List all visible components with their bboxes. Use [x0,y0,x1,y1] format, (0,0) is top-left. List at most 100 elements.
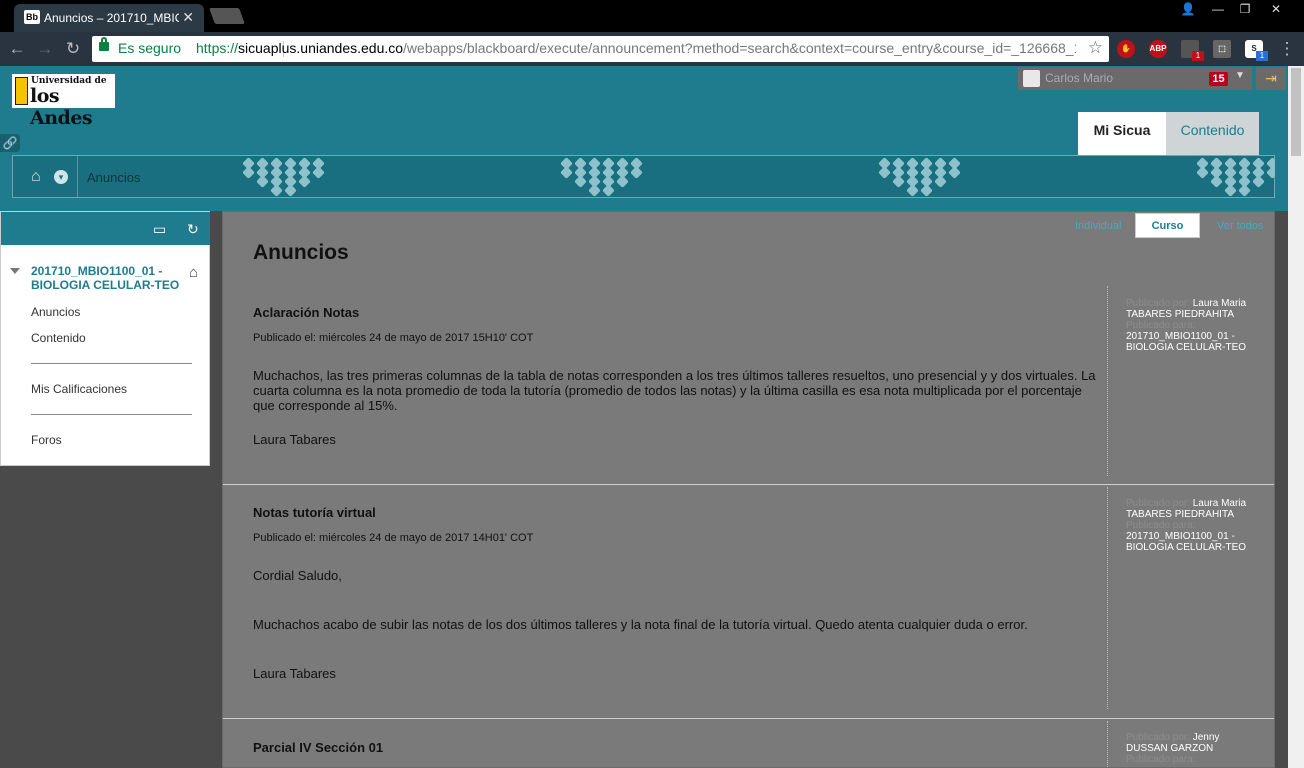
decorative-pattern [1195,156,1275,199]
announcement-body: Cordial Saludo, [253,568,342,583]
tab-contenido[interactable]: Contenido [1166,112,1259,155]
published-to-label: Publicado para: [1126,320,1196,331]
back-icon[interactable]: ← [6,38,28,60]
pattern-dot [878,166,891,179]
profile-icon[interactable]: 👤 [1174,0,1202,18]
minimize-window-icon[interactable]: — [1204,0,1232,18]
announcement-date: Publicado el: miércoles 24 de mayo de 20… [253,332,534,344]
course-home-icon[interactable]: ⌂ [189,264,198,281]
pattern-dot [1238,184,1251,197]
refresh-icon[interactable]: ↻ [187,221,199,238]
announcement-divider [1107,487,1108,709]
pattern-dot [312,166,325,179]
breadcrumb: ⌂ ▾ Anuncios [12,155,1275,198]
pattern-dot [284,184,297,197]
site-header: Universidad de los Andes Carlos Mario 15… [0,66,1288,211]
pattern-dot [934,175,947,188]
view-tab-curso[interactable]: Curso [1135,213,1200,238]
tab-mi-sicua[interactable]: Mi Sicua [1078,112,1166,155]
ublock-icon[interactable]: ✋ [1117,40,1135,58]
browser-tab-title: Anuncios – 201710_MBIO [44,11,179,25]
announcement-body: Muchachos, las tres primeras columnas de… [253,368,1096,413]
browser-tab[interactable]: Bb Anuncios – 201710_MBIO ✕ [14,4,204,32]
pattern-dot [298,175,311,188]
announcement-title: Parcial IV Sección 01 [253,740,384,755]
s-extension-badge: 1 [1256,51,1268,61]
announcement-item: Parcial IV Sección 01 Publicado por: Jen… [223,719,1274,768]
course-title-link[interactable]: 201710_MBIO1100_01 - BIOLOGIA CELULAR-TE… [31,264,186,292]
chevron-down-icon[interactable]: ▾ [54,170,68,184]
content-area: Individual Curso Ver todos Anuncios Acla… [222,211,1275,768]
decorative-pattern [877,156,967,199]
author-last-name: DUSSAN GARZON [1126,743,1214,754]
breadcrumb-current: Anuncios [87,170,141,185]
author-first-name: Laura Maria [1192,298,1247,309]
forward-icon[interactable]: → [34,38,56,60]
scrollbar-thumb[interactable] [1291,68,1301,156]
announcement-divider [1107,721,1108,768]
published-by-label: Publicado por: [1126,298,1190,309]
pattern-dot [256,175,269,188]
chevron-down-icon[interactable]: ▼ [1235,70,1245,81]
cast-extension-badge: 1 [1192,51,1204,61]
browser-toolbar: ← → ↻ Es seguro https://sicuaplus.uniand… [0,32,1304,66]
url-scheme: https:// [196,40,239,56]
author-last-name: TABARES PIEDRAHITA [1126,309,1234,320]
announcement-signature: Laura Tabares [253,432,336,447]
pattern-dot [892,175,905,188]
pattern-dot [1196,166,1209,179]
pattern-dot [616,175,629,188]
chrome-menu-icon[interactable]: ⋮ [1276,38,1298,60]
pattern-dot [948,166,961,179]
pdf-extension-icon[interactable]: ⬚ [1213,40,1231,58]
blackboard-favicon-icon: Bb [24,10,40,24]
uniandes-logo[interactable]: Universidad de los Andes [12,74,115,129]
notifications-badge[interactable]: 15 [1209,72,1228,86]
pattern-dot [1210,175,1223,188]
menu-item-mis-calificaciones[interactable]: Mis Calificaciones [31,382,127,396]
page-scrollbar[interactable] [1288,66,1304,768]
view-tab-individual[interactable]: Individual [1075,220,1121,232]
announcement-divider [1107,286,1108,476]
user-name: Carlos Mario [1045,71,1114,85]
announcement-meta: Publicado por: Jenny DUSSAN GARZON Publi… [1126,732,1266,765]
posted-to-course: 201710_MBIO1100_01 - BIOLOGIA CELULAR-TE… [1126,531,1247,553]
close-window-icon[interactable]: ✕ [1262,0,1290,18]
address-bar[interactable]: Es seguro https://sicuaplus.uniandes.edu… [92,36,1109,62]
browser-tab-strip: Bb Anuncios – 201710_MBIO ✕ 👤 — ❐ ✕ [0,0,1304,32]
decorative-pattern [241,156,331,199]
link-icon[interactable]: 🔗 [0,134,20,152]
announcement-date: Publicado el: miércoles 24 de mayo de 20… [253,532,534,544]
pattern-dot [560,166,573,179]
logo-line-2: los Andes [30,85,93,129]
author-first-name: Laura Maria [1192,498,1247,509]
new-tab-button[interactable] [209,8,245,24]
page-title: Anuncios [253,241,349,264]
home-icon[interactable]: ⌂ [31,168,41,186]
bookmark-star-icon[interactable]: ☆ [1088,38,1103,58]
pattern-dot [574,175,587,188]
announcement-signature: Laura Tabares [253,666,336,681]
adblock-plus-icon[interactable]: ABP [1149,40,1167,58]
avatar [1023,70,1040,87]
published-to-label: Publicado para: [1126,754,1196,765]
announcement-meta: Publicado por: Laura Maria TABARES PIEDR… [1126,298,1266,353]
announcement-title: Notas tutoría virtual [253,505,376,520]
display-mode-icon[interactable]: ▭ [153,221,166,238]
lock-icon [99,37,109,51]
menu-divider [31,363,192,364]
menu-item-foros[interactable]: Foros [31,433,62,447]
pattern-dot [630,166,643,179]
user-menu[interactable]: Carlos Mario 15 ▼ [1018,67,1252,90]
reload-icon[interactable]: ↻ [62,38,84,60]
collapse-caret-icon[interactable] [10,268,20,274]
menu-item-anuncios[interactable]: Anuncios [31,305,80,319]
restore-window-icon[interactable]: ❐ [1231,0,1259,18]
pattern-dot [1224,184,1237,197]
close-tab-icon[interactable]: ✕ [182,9,194,26]
logout-icon[interactable]: ⇥ [1256,67,1286,90]
menu-item-contenido[interactable]: Contenido [31,331,86,345]
course-menu-toolbar: ▭ ↻ [1,212,210,245]
view-tab-ver-todos[interactable]: Ver todos [1217,220,1263,232]
pattern-dot [270,184,283,197]
